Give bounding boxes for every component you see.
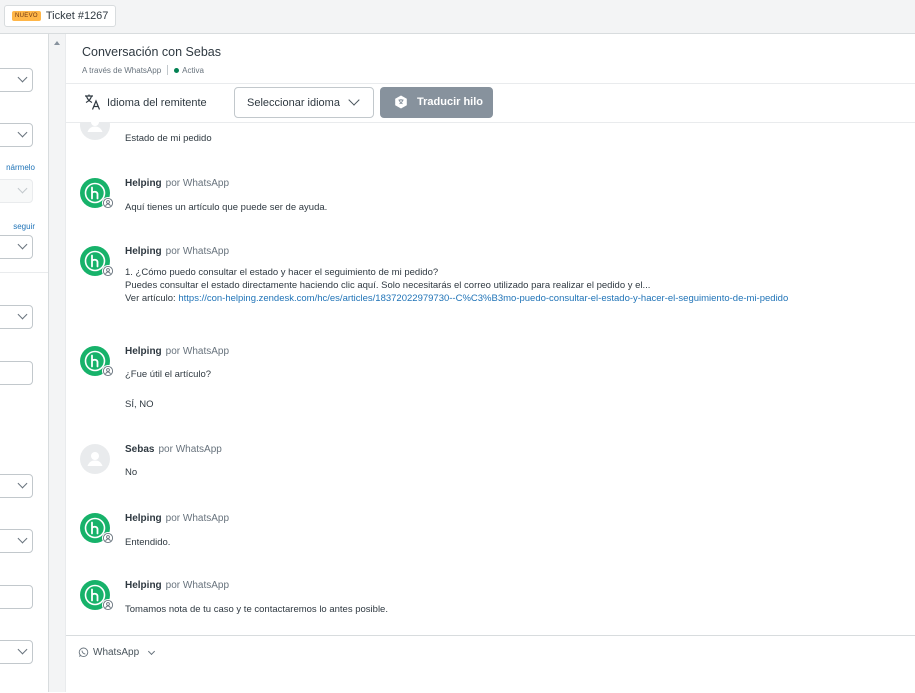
translate-icon: [85, 94, 101, 110]
message-sender: Helping por WhatsApp: [125, 246, 230, 257]
message-sender: Helping por WhatsApp: [125, 346, 230, 357]
property-dropdown[interactable]: [0, 305, 33, 329]
message-text: No: [125, 467, 138, 478]
article-link[interactable]: https://con-helping.zendesk.com/hc/es/ar…: [178, 293, 788, 304]
message-sender: Helping por WhatsApp: [125, 513, 230, 524]
translate-thread-label: Traducir hilo: [417, 96, 484, 108]
bot-agent-icon: [102, 599, 114, 611]
ticket-tab-title: Ticket #1267: [45, 10, 109, 22]
property-dropdown-disabled: [0, 179, 33, 203]
panel-scrollbar[interactable]: [49, 34, 66, 692]
message-sender: Helping por WhatsApp: [125, 580, 230, 591]
chevron-down-icon: [148, 647, 156, 655]
user-avatar: [80, 444, 110, 474]
message-feed[interactable]: Estado de mi pedido Helping por WhatsApp …: [66, 122, 915, 635]
message-text: 1. ¿Cómo puedo consultar el estado y hac…: [125, 266, 788, 305]
translation-bar: Idioma del remitente Seleccionar idioma …: [66, 83, 915, 123]
article-snippet: Puedes consultar el estado directamente …: [125, 280, 651, 291]
ticket-tab[interactable]: NUEVO Ticket #1267: [4, 5, 117, 27]
message-text: Aquí tienes un artículo que puede ser de…: [125, 202, 328, 213]
chevron-down-icon: [17, 72, 28, 83]
conversation-title: Conversación con Sebas: [82, 45, 221, 59]
user-avatar: [80, 122, 110, 140]
article-link-prefix: Ver artículo:: [125, 293, 179, 304]
composer-bar: WhatsApp: [66, 635, 915, 693]
channel-switcher-label: WhatsApp: [93, 647, 140, 658]
channel-switcher[interactable]: WhatsApp: [78, 647, 156, 658]
ai-translate-icon: [395, 95, 407, 109]
follow-link[interactable]: seguir: [13, 222, 35, 231]
property-dropdown[interactable]: [0, 474, 33, 498]
property-dropdown[interactable]: [0, 529, 33, 553]
message-text: Entendido.: [125, 537, 171, 548]
chevron-down-icon: [17, 183, 28, 194]
bot-agent-icon: [102, 197, 114, 209]
whatsapp-icon: [78, 647, 89, 658]
chevron-down-icon: [17, 478, 28, 489]
article-title: 1. ¿Cómo puedo consultar el estado y hac…: [125, 267, 439, 278]
message-options: SÍ, NO: [125, 399, 154, 410]
bot-agent-icon: [102, 365, 114, 377]
message-text: Tomamos nota de tu caso y te contactarem…: [125, 604, 388, 615]
status-dot-icon: [174, 67, 180, 73]
property-input[interactable]: [0, 361, 33, 385]
message-sender: Helping por WhatsApp: [125, 178, 230, 189]
language-select-placeholder: Seleccionar idioma: [247, 97, 340, 109]
translate-thread-button[interactable]: Traducir hilo: [380, 87, 493, 118]
property-link[interactable]: nármelo: [6, 163, 35, 172]
chevron-down-icon: [17, 533, 28, 544]
ticket-properties-panel: nármelo seguir: [0, 34, 49, 692]
scroll-up-arrow-icon[interactable]: [54, 41, 60, 45]
user-icon: [87, 122, 103, 132]
message-text: Estado de mi pedido: [125, 133, 212, 144]
property-dropdown[interactable]: [0, 640, 33, 664]
sender-language-label: Idioma del remitente: [107, 97, 207, 109]
article-link-line: Ver artículo: https://con-helping.zendes…: [125, 292, 788, 305]
new-badge: NUEVO: [12, 11, 41, 21]
chevron-down-icon: [17, 309, 28, 320]
tab-bar: NUEVO Ticket #1267: [0, 0, 915, 34]
panel-divider: [0, 272, 48, 273]
message-text: ¿Fue útil el artículo?: [125, 369, 212, 380]
chevron-down-icon: [17, 239, 28, 250]
message-sender: Sebas por WhatsApp: [125, 444, 222, 455]
divider: [167, 65, 169, 75]
property-input[interactable]: [0, 585, 33, 609]
channel-label: A través de WhatsApp: [82, 65, 162, 75]
chevron-down-icon: [17, 127, 28, 138]
language-select[interactable]: Seleccionar idioma: [234, 87, 374, 118]
chevron-down-icon: [17, 644, 28, 655]
bot-agent-icon: [102, 265, 114, 277]
property-dropdown[interactable]: [0, 123, 33, 147]
property-dropdown[interactable]: [0, 68, 33, 92]
conversation-subtitle: A través de WhatsApp Activa: [82, 65, 204, 75]
status-label: Activa: [182, 65, 204, 75]
property-dropdown[interactable]: [0, 235, 33, 259]
bot-agent-icon: [102, 532, 114, 544]
chevron-down-icon: [348, 94, 360, 106]
conversation-pane: Conversación con Sebas A través de Whats…: [66, 34, 915, 693]
user-icon: [87, 452, 103, 466]
